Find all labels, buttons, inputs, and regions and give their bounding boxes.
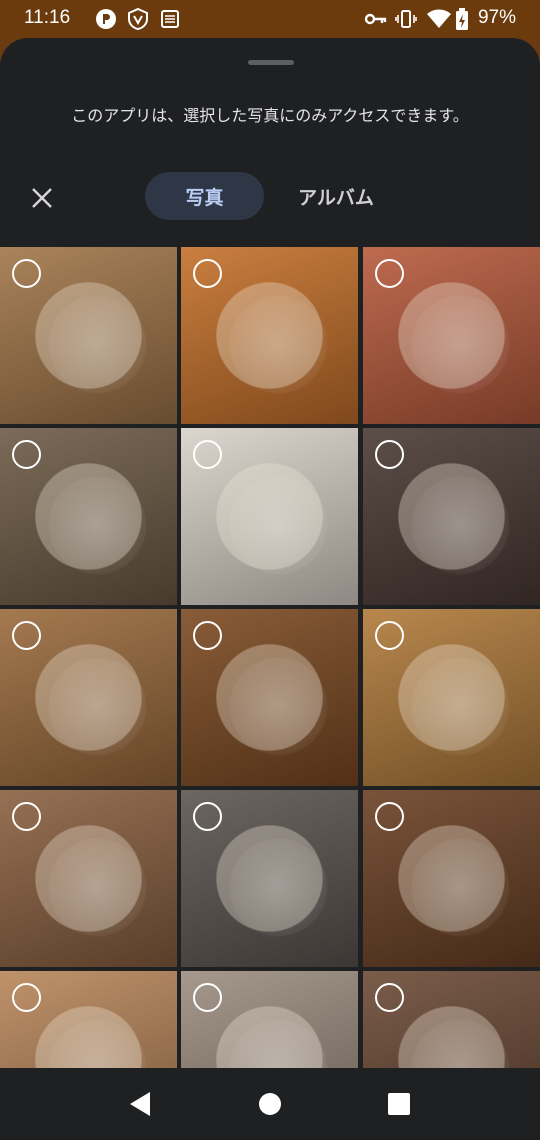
photo-thumbnail[interactable] xyxy=(363,609,540,786)
app-p-icon xyxy=(95,8,117,30)
drag-handle[interactable] xyxy=(248,60,294,65)
select-circle-icon[interactable] xyxy=(193,259,222,288)
news-icon xyxy=(159,8,181,30)
photo-thumbnail[interactable] xyxy=(181,247,358,424)
photo-thumbnail[interactable] xyxy=(181,609,358,786)
status-bar: 11:16 97% xyxy=(0,0,540,38)
home-button[interactable] xyxy=(254,1088,286,1120)
photo-thumbnail[interactable] xyxy=(363,247,540,424)
photo-thumbnail[interactable] xyxy=(363,428,540,605)
photo-thumbnail[interactable] xyxy=(181,428,358,605)
photo-thumbnail[interactable] xyxy=(181,790,358,967)
select-circle-icon[interactable] xyxy=(193,983,222,1012)
recents-icon xyxy=(388,1093,410,1115)
tab-albums[interactable]: アルバム xyxy=(280,172,392,220)
select-circle-icon[interactable] xyxy=(12,440,41,469)
tab-albums-label: アルバム xyxy=(298,186,374,209)
photo-thumbnail[interactable] xyxy=(0,609,177,786)
select-circle-icon[interactable] xyxy=(12,802,41,831)
select-circle-icon[interactable] xyxy=(12,259,41,288)
photo-thumbnail[interactable] xyxy=(0,428,177,605)
photo-picker-sheet: このアプリは、選択した写真にのみアクセスできます。 写真 アルバム xyxy=(0,38,540,1068)
select-circle-icon[interactable] xyxy=(193,802,222,831)
key-icon xyxy=(363,8,389,30)
navigation-bar xyxy=(0,1068,540,1140)
battery-charging-icon xyxy=(455,8,469,30)
select-circle-icon[interactable] xyxy=(375,259,404,288)
access-notice: このアプリは、選択した写真にのみアクセスできます。 xyxy=(71,106,469,125)
status-time: 11:16 xyxy=(24,7,71,28)
select-circle-icon[interactable] xyxy=(193,440,222,469)
tab-photos-label: 写真 xyxy=(185,186,224,209)
select-circle-icon[interactable] xyxy=(375,802,404,831)
select-circle-icon[interactable] xyxy=(12,621,41,650)
close-icon xyxy=(32,188,52,208)
close-button[interactable] xyxy=(22,178,62,218)
photo-thumbnail[interactable] xyxy=(181,971,358,1068)
home-icon xyxy=(259,1093,281,1115)
wifi-icon xyxy=(427,8,451,30)
select-circle-icon[interactable] xyxy=(375,440,404,469)
photo-thumbnail[interactable] xyxy=(363,790,540,967)
select-circle-icon[interactable] xyxy=(193,621,222,650)
back-button[interactable] xyxy=(124,1088,156,1120)
photo-thumbnail[interactable] xyxy=(0,790,177,967)
photo-thumbnail[interactable] xyxy=(0,247,177,424)
back-icon xyxy=(130,1092,150,1116)
select-circle-icon[interactable] xyxy=(375,983,404,1012)
vibrate-icon xyxy=(395,8,417,30)
select-circle-icon[interactable] xyxy=(375,621,404,650)
recents-button[interactable] xyxy=(383,1088,415,1120)
battery-percent: 97% xyxy=(477,7,516,28)
shield-v-icon xyxy=(127,8,149,30)
tab-photos[interactable]: 写真 xyxy=(145,172,264,220)
select-circle-icon[interactable] xyxy=(12,983,41,1012)
photo-thumbnail[interactable] xyxy=(363,971,540,1068)
photo-thumbnail[interactable] xyxy=(0,971,177,1068)
